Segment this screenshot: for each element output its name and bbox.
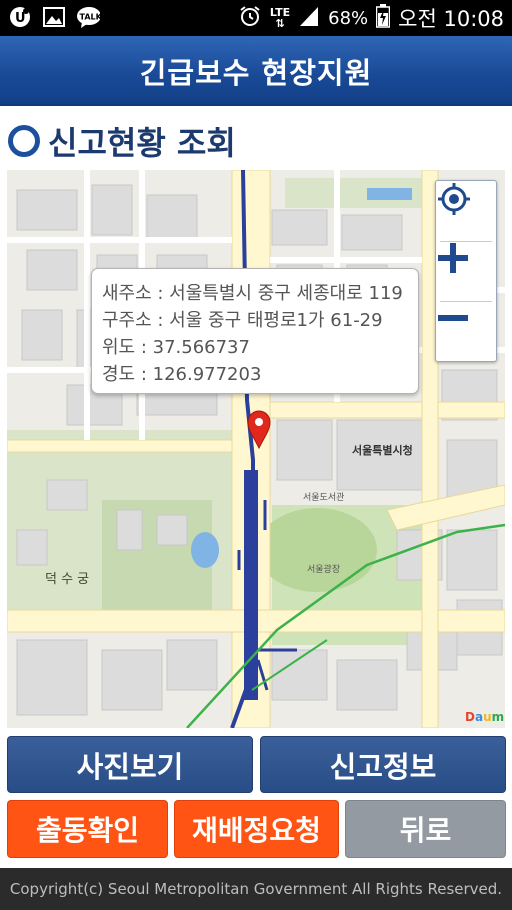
status-right: LTE ⇅ 68% 오전 10:08 — [238, 0, 504, 36]
zoom-in-icon — [438, 243, 468, 273]
back-button[interactable]: 뒤로 — [345, 800, 506, 858]
map-view[interactable]: 서울특별시청 덕 수 궁 서울광장 서울도서관 새주소 : 서울특별시 중구 세… — [7, 170, 505, 728]
status-bar: U TALK LTE ⇅ 68% 오전 10:08 — [0, 0, 512, 36]
map-label-city-hall: 서울특별시청 — [352, 444, 413, 457]
zoom-out-icon — [438, 315, 468, 321]
alarm-icon — [238, 4, 262, 33]
daum-logo: Daum — [465, 710, 505, 724]
locate-button[interactable] — [436, 181, 496, 241]
zoom-out-button[interactable] — [436, 301, 496, 361]
location-info-bubble: 새주소 : 서울특별시 중구 세종대로 119 구주소 : 서울 중구 태평로1… — [91, 268, 419, 394]
zoom-in-button[interactable] — [436, 241, 496, 301]
map-label-library: 서울도서관 — [303, 493, 345, 503]
app-header: 긴급보수 현장지원 — [0, 36, 512, 106]
svg-text:U: U — [15, 11, 26, 26]
longitude: 경도 : 126.977203 — [102, 364, 262, 385]
photos-button[interactable]: 사진보기 — [7, 736, 253, 793]
old-address: 구주소 : 서울 중구 태평로1가 61-29 — [102, 310, 383, 331]
locate-icon — [438, 183, 470, 215]
svg-text:TALK: TALK — [80, 13, 101, 22]
map-controls — [435, 180, 497, 362]
latitude: 위도 : 37.566737 — [102, 337, 250, 358]
map-label-deoksugung: 덕 수 궁 — [45, 572, 90, 587]
talk-icon: TALK — [76, 5, 100, 29]
report-info-button[interactable]: 신고정보 — [260, 736, 506, 793]
signal-icon — [298, 5, 320, 32]
dispatch-confirm-button[interactable]: 출동확인 — [7, 800, 168, 858]
section-title: 신고현황 조회 — [48, 124, 236, 162]
clock: 오전 10:08 — [398, 7, 504, 31]
lte-indicator: LTE ⇅ — [269, 6, 291, 30]
app-title: 긴급보수 현장지원 — [139, 56, 373, 90]
reassign-request-button[interactable]: 재배정요청 — [174, 800, 339, 858]
footer-copyright: Copyright(c) Seoul Metropolitan Governme… — [0, 868, 512, 910]
battery-icon — [375, 3, 391, 33]
battery-percent: 68% — [328, 7, 369, 29]
notification-icons: U TALK — [8, 5, 100, 29]
section-header: 신고현황 조회 — [0, 106, 512, 168]
gallery-icon — [42, 5, 66, 29]
ring-bullet-icon — [8, 125, 40, 157]
map-label-plaza: 서울광장 — [307, 565, 341, 575]
u-plus-icon: U — [8, 5, 32, 29]
new-address: 새주소 : 서울특별시 중구 세종대로 119 — [102, 283, 403, 304]
